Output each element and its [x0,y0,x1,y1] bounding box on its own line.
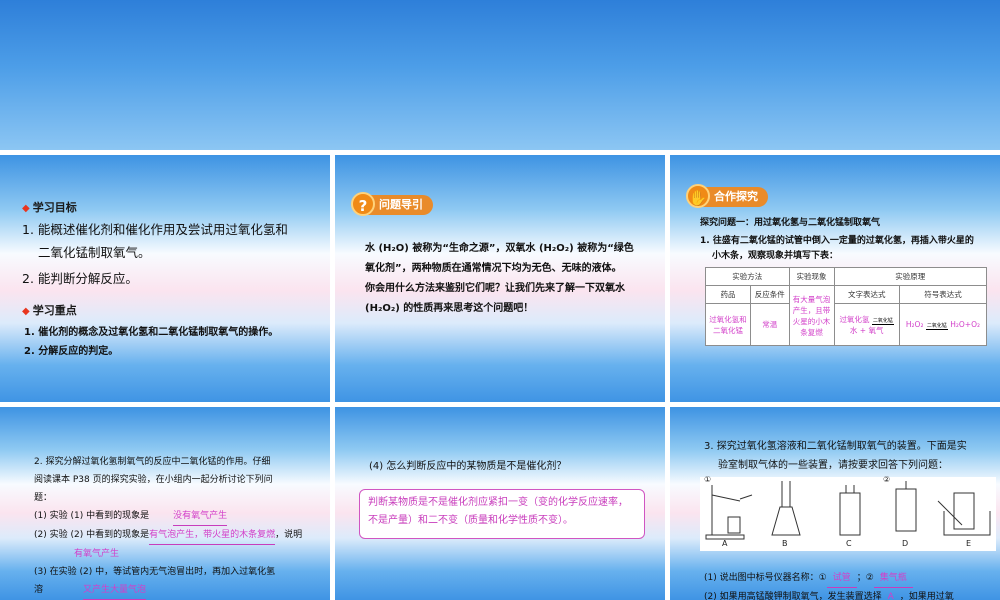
table-header: 实验现象 [788,267,835,286]
key-header: ◆ 学习重点 [22,304,77,317]
apparatus-figure: ① ② A B C D E [700,475,996,551]
apparatus-number-1: ① [704,475,712,484]
apparatus-questions: (1) 说出图中标号仪器名称：① 试管 ；② 集气瓶 (2) 如果用高锰酸钾制取氧气，… [704,569,994,600]
table-cell-condition: 常温 [750,303,790,346]
diamond-icon: ◆ [22,306,30,317]
key-line-2: 2. 分解反应的判定。 [24,346,119,357]
answer-blank: 集气瓶 [873,569,913,588]
question-line: (2) 如果用高锰酸钾制取氧气，发生装置选择 A ，如果用过氧 [704,588,994,600]
intro-line: 水 (H₂O) 被称为“生命之源”，双氧水 (H₂O₂) 被称为“绿色 [365,243,634,254]
answer-blank: 又产生大量气泡 [83,581,147,600]
text-line: 3. 探究过氧化氢溶液和二氧化锰制取氧气的装置。下面是实 [704,441,967,452]
slide-catalyst-judgement[interactable]: (4) 怎么判断反应中的某物质是不是催化剂？ 判断某物质是不是催化剂应紧扣一变（… [335,407,665,600]
apparatus-label: E [966,539,972,548]
section-badge: ✋ 合作探究 [686,184,768,208]
table-cell-drug: 过氧化氢和二氧化锰 [705,303,751,346]
title-banner [0,0,1000,150]
apparatus-label: C [846,539,852,548]
table-cell-phenomenon: 有大量气泡产生，且带火星的小木条复燃 [788,285,835,346]
text-line: (1) 实验 (1) 中看到的现象是 没有氧气产生 [34,507,324,526]
apparatus-label: A [722,539,728,548]
key-line-1: 1. 催化剂的概念及过氧化氢和二氧化锰制取氧气的操作。 [24,327,279,338]
text-line: 2. 探究分解过氧化氢制氧气的反应中二氧化锰的作用。仔细 [34,457,271,467]
inquiry-q1a: 1. 往盛有二氧化锰的试管中倒入一定量的过氧化氢，再插入带火星的 [700,236,974,246]
table-header: 符号表达式 [898,285,988,304]
goal-line-1a: 1. 能概述催化剂和催化作用及尝试用过氧化氢和 [22,222,288,237]
table-cell-symbol-equation: H₂O₂ 二氧化锰 H₂O+O₂ [898,303,988,346]
apparatus-intro: 3. 探究过氧化氢溶液和二氧化锰制取氧气的装置。下面是实 验室制取气体的一些装置… [704,437,994,475]
question-mark-icon: ? [351,192,375,216]
slide-cooperative-inquiry[interactable]: ✋ 合作探究 探究问题一：用过氧化氢与二氧化锰制取氧气 1. 往盛有二氧化锰的试… [670,155,1000,402]
answer-blank: 试管 [826,569,857,588]
catalyst-answer-box: 判断某物质是不是催化剂应紧扣一变（变的化学反应速率， 不是产量）和二不变（质量和… [359,489,645,539]
question-line: (1) 说出图中标号仪器名称：① 试管 ；② 集气瓶 [704,569,994,588]
inquiry-q1b: 小木条，观察现象并填写下表： [712,251,839,261]
answer-line: 判断某物质是不是催化剂应紧扣一变（变的化学反应速率， [368,497,628,508]
answer-blank: 有氧气产生 [74,549,120,559]
intro-line: (H₂O₂) 的性质再来思考这个问题吧！ [365,303,534,314]
intro-line: 氧化剂”，两种物质在通常情况下均为无色、无味的液体。 [365,263,622,274]
catalyst-question: (4) 怎么判断反应中的某物质是不是催化剂？ [369,461,567,472]
apparatus-label: B [782,539,788,548]
handshake-icon: ✋ [686,184,710,208]
table-cell-word-equation: 过氧化氢 二氧化锰 水 + 氧气 [833,303,900,346]
table-header: 实验原理 [833,267,988,286]
text-line: 验室制取气体的一些装置，请按要求回答下列问题： [718,460,948,471]
intro-paragraph: 水 (H₂O) 被称为“生命之源”，双氧水 (H₂O₂) 被称为“绿色 氧化剂”… [365,239,657,319]
table-header: 实验方法 [705,267,790,286]
slide-learning-goals[interactable]: ◆ 学习目标 1. 能概述催化剂和催化作用及尝试用过氧化氢和 二氧化锰制取氧气。 … [0,155,330,402]
goal-header: ◆ 学习目标 [22,201,77,214]
answer-blank: 有气泡产生，带火星的木条复燃 [149,526,276,545]
text-line: 阅读课本 P38 页的探究实验，在小组内一起分析讨论下列问 [34,475,273,485]
answer-blank: 没有氧气产生 [173,507,228,526]
slide-mno2-role[interactable]: 2. 探究分解过氧化氢制氧气的反应中二氧化锰的作用。仔细 阅读课本 P38 页的… [0,407,330,600]
answer-blank: A [882,588,900,600]
intro-line: 你会用什么方法来鉴别它们呢？让我们先来了解一下双氧水 [365,283,625,294]
table-header: 反应条件 [750,285,790,304]
slide-question-intro[interactable]: ? 问题导引 水 (H₂O) 被称为“生命之源”，双氧水 (H₂O₂) 被称为“… [335,155,665,402]
apparatus-label: D [902,539,909,548]
text-line: (2) 实验 (2) 中看到的现象是有气泡产生，带火星的木条复燃，说明 [34,526,324,545]
inquiry-title: 探究问题一：用过氧化氢与二氧化锰制取氧气 [700,218,881,228]
text-line: 溶又产生大量气泡 [34,581,324,600]
slide-apparatus[interactable]: 3. 探究过氧化氢溶液和二氧化锰制取氧气的装置。下面是实 验室制取气体的一些装置… [670,407,1000,600]
diamond-icon: ◆ [22,203,30,214]
goal-line-1b: 二氧化锰制取氧气。 [38,245,151,260]
table-header: 文字表达式 [833,285,900,304]
catalyst-arrow: 二氧化锰 [871,317,894,325]
experiment-table: 实验方法 实验现象 实验原理 药品 反应条件 有大量气泡产生，且带火星的小木条复… [705,267,988,346]
goal-line-2: 2. 能判断分解反应。 [22,271,138,286]
catalyst-arrow: 二氧化锰 [925,322,948,330]
text-line: 有氧气产生 [34,545,324,563]
apparatus-number-2: ② [883,475,891,484]
answer-line: 不是产量）和二不变（质量和化学性质不变）。 [368,515,573,526]
text-line: (3) 在实验 (2) 中，等试管内无气泡冒出时，再加入过氧化氢 [34,567,276,577]
table-header: 药品 [705,285,751,304]
text-line: 题： [34,493,53,503]
mno2-paragraph: 2. 探究分解过氧化氢制氧气的反应中二氧化锰的作用。仔细 阅读课本 P38 页的… [34,453,324,600]
section-badge: ? 问题导引 [351,192,433,216]
